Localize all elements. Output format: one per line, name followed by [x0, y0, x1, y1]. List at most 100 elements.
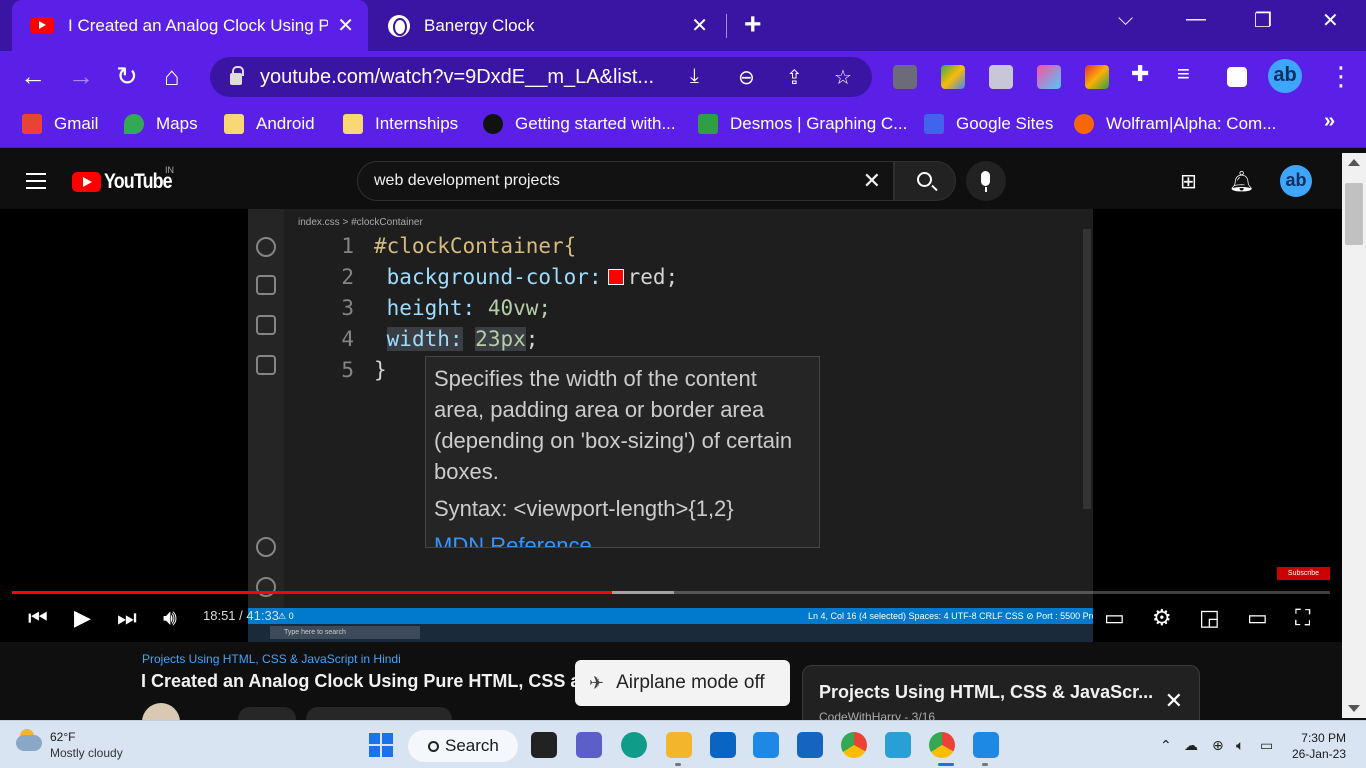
language-icon[interactable]: ⊕ — [1212, 737, 1224, 754]
playlist-link[interactable]: Projects Using HTML, CSS & JavaScript in… — [142, 652, 401, 666]
onedrive-icon[interactable]: ☁︎ — [1184, 737, 1198, 754]
video-progress-bar[interactable] — [12, 591, 1330, 594]
bookmarks-overflow-icon[interactable]: » — [1324, 110, 1335, 133]
edge-icon[interactable] — [621, 732, 647, 758]
search-icon — [256, 237, 276, 257]
tab-title: I Created an Analog Clock Using Pur — [68, 15, 328, 35]
bookmark-google-sites[interactable]: Google Sites — [924, 114, 1053, 134]
install-app-icon[interactable]: ⤓ — [690, 65, 699, 88]
theater-mode-button[interactable]: ▭ — [1247, 605, 1268, 631]
menu-kebab-icon[interactable]: ⋮ — [1328, 61, 1354, 92]
search-query[interactable]: web development projects — [374, 172, 560, 190]
tab-separator — [726, 14, 727, 38]
youtube-logo[interactable]: YouTube IN — [72, 165, 184, 194]
pen-extension-icon[interactable] — [989, 65, 1013, 89]
voice-search-button[interactable] — [966, 161, 1006, 201]
start-button[interactable] — [369, 733, 393, 757]
scroll-up-icon[interactable] — [1348, 159, 1360, 166]
side-panel-icon[interactable] — [1227, 67, 1247, 87]
extensions-puzzle-icon[interactable]: ✚ — [1131, 61, 1149, 87]
extension-hexagon-icon[interactable] — [893, 65, 917, 89]
store-icon[interactable] — [753, 732, 779, 758]
address-bar[interactable]: youtube.com/watch?v=9DxdE__m_LA&list... … — [210, 57, 872, 97]
taskbar-search[interactable]: Search — [408, 730, 518, 762]
outlook-icon[interactable] — [710, 732, 736, 758]
new-tab-button[interactable]: + — [744, 8, 762, 42]
speaker-icon[interactable]: 🔈︎ — [1236, 737, 1244, 754]
bookmark-wolfram[interactable]: Wolfram|Alpha: Com... — [1074, 114, 1276, 134]
tab-banergy-clock[interactable]: Banergy Clock ✕ — [372, 0, 722, 51]
file-explorer-icon[interactable] — [666, 732, 692, 758]
youtube-account-avatar[interactable]: ab — [1280, 165, 1312, 197]
vscode-icon[interactable] — [973, 732, 999, 758]
mail-icon[interactable] — [797, 732, 823, 758]
play-button[interactable]: ▶︎ — [74, 605, 91, 631]
playlist-panel[interactable]: Projects Using HTML, CSS & JavaScr... Co… — [802, 665, 1200, 725]
create-video-icon[interactable]: ⊞ — [1180, 169, 1197, 194]
bookmark-gmail[interactable]: Gmail — [22, 114, 98, 134]
lock-icon[interactable] — [230, 66, 244, 85]
close-tab-icon[interactable]: ✕ — [691, 13, 708, 38]
chrome-profile-icon[interactable] — [929, 732, 955, 758]
close-tab-icon[interactable]: ✕ — [337, 13, 354, 38]
subscribe-pill[interactable] — [238, 707, 296, 721]
search-icon — [917, 172, 932, 187]
palette-extension-icon[interactable] — [1085, 65, 1109, 89]
bookmark-github[interactable]: Getting started with... — [483, 114, 676, 134]
miniplayer-button[interactable]: ◲ — [1199, 605, 1220, 631]
restore-button[interactable]: ❐ — [1254, 8, 1272, 33]
next-video-button[interactable]: ⏭︎ — [117, 605, 137, 631]
video-player[interactable]: index.css > #clockContainer 1 #clockConta… — [0, 209, 1342, 642]
folder-icon — [224, 114, 244, 134]
previous-video-button[interactable]: ⏮︎ — [28, 605, 48, 631]
taskbar-clock[interactable]: 7:30 PM 26-Jan-23 — [1290, 730, 1346, 762]
scrollbar-thumb[interactable] — [1345, 183, 1363, 245]
page-scrollbar[interactable] — [1342, 153, 1366, 718]
google-drive-icon[interactable] — [941, 65, 965, 89]
settings-gear-icon[interactable]: ⚙︎ — [1152, 605, 1172, 631]
media-queue-icon[interactable]: ≡ — [1177, 61, 1190, 87]
search-button[interactable] — [894, 161, 956, 201]
teams-chat-icon[interactable] — [576, 732, 602, 758]
bookmark-maps[interactable]: Maps — [124, 114, 198, 134]
chrome-icon[interactable] — [841, 732, 867, 758]
notification-pill[interactable] — [306, 707, 452, 721]
tab-search-chevron-icon[interactable]: ⌵ — [1118, 8, 1133, 31]
maps-icon — [124, 114, 144, 134]
tab-youtube-video[interactable]: I Created an Analog Clock Using Pur ✕ — [12, 0, 368, 51]
forward-button[interactable]: → — [68, 61, 94, 92]
color-extension-icon[interactable] — [1037, 65, 1061, 89]
video-time: 18:51 / 41:33 — [203, 608, 279, 623]
account-icon — [256, 537, 276, 557]
hamburger-menu-icon[interactable] — [26, 173, 46, 194]
bookmark-internships[interactable]: Internships — [343, 114, 458, 134]
clear-search-icon[interactable]: ✕ — [863, 168, 881, 194]
bookmark-star-icon[interactable]: ☆ — [834, 65, 852, 90]
bookmark-android[interactable]: Android — [224, 114, 315, 134]
share-icon[interactable]: ⇪ — [786, 65, 803, 90]
desktop-app-icon[interactable] — [885, 732, 911, 758]
subtitles-button[interactable]: ▭ — [1104, 605, 1125, 631]
volume-icon[interactable]: 🔊︎ — [163, 605, 177, 631]
fullscreen-button[interactable]: ⛶ — [1295, 605, 1310, 631]
task-view-icon[interactable] — [531, 732, 557, 758]
clock-date: 26-Jan-23 — [1291, 747, 1346, 761]
scroll-down-icon[interactable] — [1348, 705, 1360, 712]
close-window-button[interactable]: ✕ — [1322, 8, 1339, 33]
back-button[interactable]: ← — [20, 61, 46, 92]
tray-overflow-icon[interactable]: ⌃ — [1160, 737, 1172, 754]
bookmark-desmos[interactable]: Desmos | Graphing C... — [698, 114, 907, 134]
close-playlist-icon[interactable]: ✕ — [1165, 688, 1183, 714]
subscribe-watermark[interactable]: Subscribe — [1277, 567, 1330, 580]
minimize-button[interactable]: — — [1186, 8, 1206, 31]
hover-syntax: Syntax: <viewport-length>{1,2} — [434, 496, 734, 521]
search-input[interactable]: web development projects ✕ — [357, 161, 894, 201]
home-button[interactable]: ⌂ — [164, 61, 180, 92]
zoom-icon[interactable]: ⊖ — [738, 65, 755, 90]
address-url[interactable]: youtube.com/watch?v=9DxdE__m_LA&list... — [260, 66, 654, 89]
reload-button[interactable]: ↻ — [116, 61, 138, 92]
profile-avatar[interactable]: ab — [1268, 59, 1302, 93]
notifications-bell-icon[interactable]: 🔔︎ — [1229, 169, 1254, 194]
battery-icon[interactable]: ▭ — [1260, 737, 1273, 754]
running-indicator — [675, 763, 681, 766]
